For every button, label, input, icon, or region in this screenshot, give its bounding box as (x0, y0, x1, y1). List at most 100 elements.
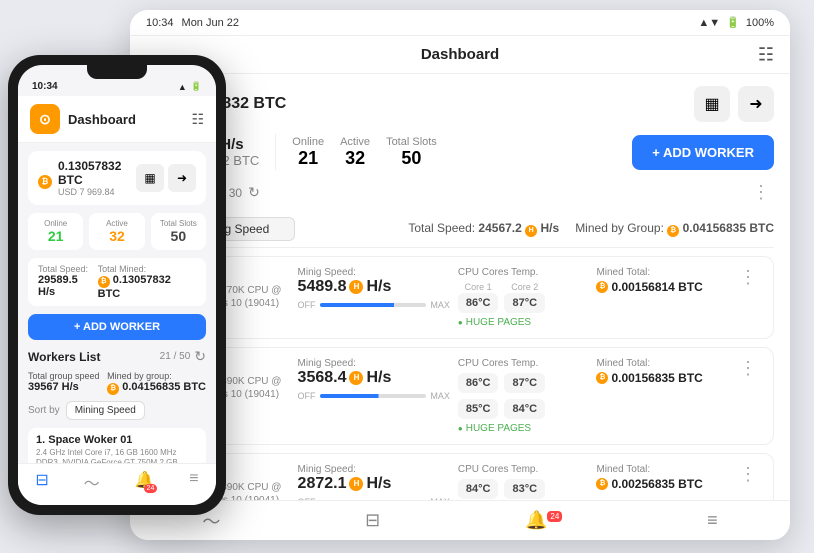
phone-sort-select[interactable]: Mining Speed (66, 401, 145, 420)
tablet-nav-bell-icon[interactable]: 🔔24 (525, 510, 562, 531)
phone-active-stat: Active 32 (89, 213, 144, 250)
online-stat: Online 21 (292, 136, 324, 169)
phone-worker-item-1: 1. Space Woker 01 2.4 GHz Intel Core i7,… (28, 428, 206, 463)
phone-wifi-icon: ▲ (178, 82, 187, 92)
phone-btc-actions: ▦ ➜ (136, 164, 196, 192)
phone-status-icons: ▲ 🔋 (178, 81, 202, 92)
worker-1-cpu: CPU Cores Temp. Core 1 86°C Core 2 87°C … (458, 267, 589, 328)
worker-2-more-button[interactable]: ⋮ (735, 358, 761, 379)
phone-inner: 10:34 ▲ 🔋 ⊙ Dashboard ☷ ₿ (18, 65, 216, 505)
phone-online-stat: Online 21 (28, 213, 83, 250)
phone-slots-stat: Total Slots 50 (151, 213, 206, 250)
speed-h-icon: H (525, 225, 537, 237)
worker2-mined-icon: ₿ (596, 372, 608, 384)
phone-title: Dashboard (68, 112, 183, 127)
phone-qr-button[interactable]: ▦ (136, 164, 164, 192)
phone-btc-usd: USD 7 969.84 (58, 187, 136, 197)
worker-2-cpu: CPU Cores Temp. 86°C 87°C 85°C 84°C HUGE… (458, 358, 589, 434)
phone-settings-icon[interactable]: ☷ (191, 111, 204, 128)
worker-2-slider: OFF MAX (298, 391, 450, 401)
phone-content: ₿ 0.13057832 BTC USD 7 969.84 ▦ ➜ Online… (18, 143, 216, 463)
phone-mined-value: ₿ 0.13057832 BTC (98, 274, 196, 300)
worker1-speed-icon: H (349, 280, 363, 294)
qr-button[interactable]: ▦ (694, 86, 730, 122)
phone-sort-row: Sort by Mining Speed (28, 401, 206, 420)
worker-3-mined: Mined Total: ₿ 0.00256835 BTC (596, 464, 727, 491)
phone-group-mined-icon: ₿ (107, 383, 119, 395)
tablet-header: Dashboard ☷ (130, 36, 790, 74)
phone-worker-1-name: 1. Space Woker 01 (36, 434, 198, 446)
worker-2-speed: Minig Speed: 3568.4 H H/s OFF MAX (298, 358, 450, 401)
phone-menu-icon: ≡ (189, 470, 198, 488)
refresh-icon[interactable]: ↻ (248, 184, 260, 201)
worker-2-mined: Mined Total: ₿ 0.00156835 BTC (596, 358, 727, 385)
worker-1-mined: Mined Total: ₿ 0.00156814 BTC (596, 267, 727, 294)
active-value: 32 (340, 148, 370, 169)
worker-3-cpu: CPU Cores Temp. 84°C 83°C (458, 464, 589, 499)
worker3-speed-icon: H (349, 477, 363, 491)
worker2-speed-icon: H (349, 371, 363, 385)
tablet-frame: 10:34 Mon Jun 22 ▲▼ 🔋 100% Dashboard ☷ ₿… (130, 10, 790, 540)
phone-speed-row: Total Speed: 29589.5 H/s Total Mined: ₿ … (28, 258, 206, 306)
phone-workers-title: Workers List (28, 350, 100, 364)
worker-3-more-button[interactable]: ⋮ (735, 464, 761, 485)
worker-1-huge-pages: HUGE PAGES (458, 317, 589, 328)
qr-icon: ▦ (704, 94, 719, 114)
tablet-status-icons: ▲▼ 🔋 100% (698, 16, 774, 29)
phone-chart-icon: 〜 (84, 470, 100, 494)
total-slots-stat: Total Slots 50 (386, 136, 437, 169)
top-stats-area: 39567.2 H H/s ₿ 0.13057832 BTC Online 21… (146, 134, 774, 170)
workers-list-header: ers List 16 / 30 ↻ ⋮ (146, 182, 774, 203)
worker-card-2: Home PC Core(TM) i7-5890K CPU @64GB Wind… (146, 347, 774, 445)
total-stats-group: Total Speed: 24567.2 H H/s Mined by Grou… (408, 221, 774, 237)
phone-worker-1-spec: 2.4 GHz Intel Core i7, 16 GB 1600 MHz DD… (36, 448, 198, 463)
phone-notch (87, 65, 147, 79)
page-title: Dashboard (421, 46, 499, 63)
total-speed-info: Total Speed: 24567.2 H H/s (408, 221, 559, 237)
phone-btc-amount: 0.13057832 BTC (58, 159, 136, 187)
phone-nav-bell[interactable]: 🔔 24 (134, 470, 154, 499)
phone-btc-row: ₿ 0.13057832 BTC USD 7 969.84 ▦ ➜ (28, 151, 206, 205)
phone-refresh-icon[interactable]: ↻ (194, 348, 206, 365)
phone-active-value: 32 (93, 228, 140, 244)
tablet-bottom-nav: 〜 ⊟ 🔔24 ≡ (130, 500, 790, 540)
send-button[interactable]: ➜ (738, 86, 774, 122)
phone-status-bar: 10:34 ▲ 🔋 (18, 79, 216, 96)
worker-card-1: Woker 01 Core(TM) i7-4770K CPU @32GB Win… (146, 256, 774, 339)
phone-mined-icon: ₿ (98, 276, 110, 288)
worker3-mined-icon: ₿ (596, 478, 608, 490)
tablet-nav-menu-icon[interactable]: ≡ (707, 510, 718, 531)
app-logo: ⊙ (30, 104, 60, 134)
phone-btc-icon: ₿ (38, 168, 52, 189)
phone-speed-value: 29589.5 H/s (38, 274, 98, 298)
phone-slots-value: 50 (155, 228, 202, 244)
tablet-status-bar: 10:34 Mon Jun 22 ▲▼ 🔋 100% (130, 10, 790, 36)
mined-btc-icon: ₿ (667, 225, 679, 237)
phone-send-button[interactable]: ➜ (168, 164, 196, 192)
worker-1-more-button[interactable]: ⋮ (735, 267, 761, 288)
btc-action-group: ▦ ➜ (694, 86, 774, 122)
add-worker-button[interactable]: + ADD WORKER (632, 135, 774, 170)
phone-online-value: 21 (32, 228, 79, 244)
phone-btc-info: ₿ 0.13057832 BTC USD 7 969.84 (38, 159, 136, 197)
logo-icon: ⊙ (39, 111, 51, 128)
phone-home-icon: ⊟ (35, 470, 48, 490)
phone-bell-badge: 24 (144, 484, 158, 493)
phone-nav-chart[interactable]: 〜 (84, 470, 100, 499)
phone-header: ⊙ Dashboard ☷ (18, 96, 216, 143)
online-value: 21 (292, 148, 324, 169)
more-options-icon[interactable]: ⋮ (748, 182, 774, 203)
phone-stats-row: Online 21 Active 32 Total Slots 50 (28, 213, 206, 250)
settings-icon[interactable]: ☷ (758, 44, 774, 65)
phone-battery-icon: 🔋 (191, 81, 202, 92)
phone-add-worker-button[interactable]: + ADD WORKER (28, 314, 206, 340)
phone-nav-home[interactable]: ⊟ (35, 470, 48, 499)
phone-group-stats: Total group speed 39567 H/s Mined by gro… (28, 371, 206, 395)
phone-nav-menu[interactable]: ≡ (189, 470, 198, 499)
worker-1-speed: Minig Speed: 5489.8 H H/s OFF MAX (298, 267, 450, 310)
mined-group-info: Mined by Group: ₿ 0.04156835 BTC (575, 221, 774, 237)
total-speed-value: 24567.2 H H/s (478, 221, 559, 235)
tablet-nav-home-icon[interactable]: ⊟ (365, 510, 380, 531)
tablet-main-content: ₿ 0.13057832 BTC ▦ ➜ 39567.2 H (130, 74, 790, 538)
signal-icon: ▲▼ (698, 17, 720, 29)
